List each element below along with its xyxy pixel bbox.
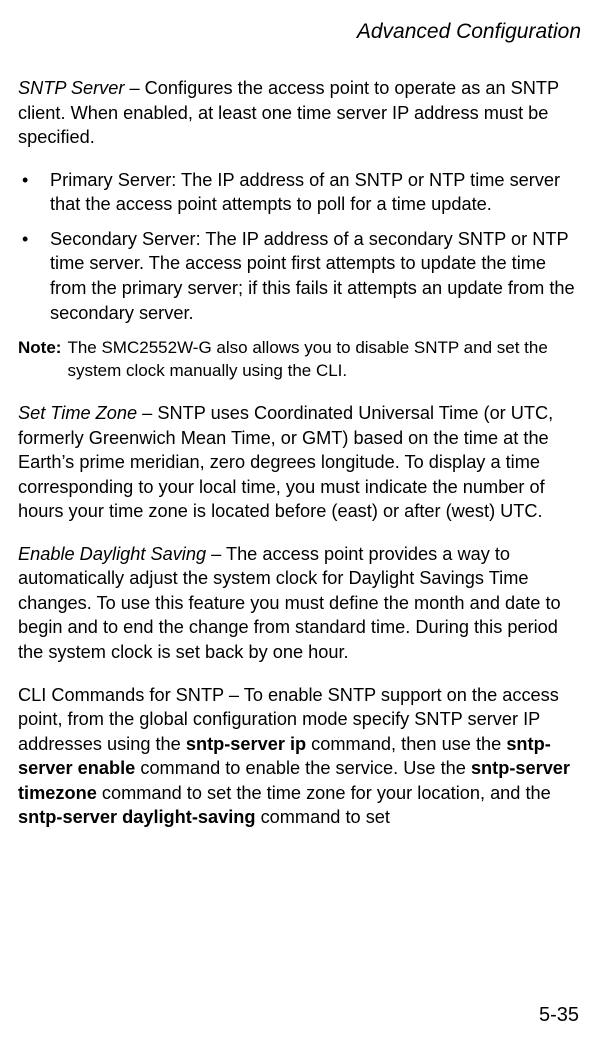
- list-item: • Secondary Server: The IP address of a …: [18, 227, 581, 325]
- page-number: 5-35: [539, 1004, 579, 1027]
- daylight-term: Enable Daylight Saving: [18, 544, 206, 564]
- set-time-zone-term: Set Time Zone: [18, 403, 137, 423]
- cli-text: command to set the time zone for your lo…: [97, 783, 551, 803]
- bullet-icon: •: [18, 227, 50, 251]
- cli-command: sntp-server daylight-saving: [18, 807, 256, 827]
- bullet-icon: •: [18, 168, 50, 192]
- sntp-server-term: SNTP Server: [18, 78, 124, 98]
- daylight-saving-paragraph: Enable Daylight Saving – The access poin…: [18, 542, 581, 665]
- cli-text: command to set: [256, 807, 390, 827]
- cli-command: sntp-server ip: [186, 734, 306, 754]
- cli-text: command to enable the service. Use the: [135, 758, 471, 778]
- cli-text: command, then use the: [306, 734, 506, 754]
- document-page: Advanced Configuration SNTP Server – Con…: [0, 0, 599, 1047]
- bullet-text: Secondary Server: The IP address of a se…: [50, 227, 581, 325]
- bullet-text: Primary Server: The IP address of an SNT…: [50, 168, 581, 217]
- sntp-server-paragraph: SNTP Server – Configures the access poin…: [18, 76, 581, 150]
- note-text: The SMC2552W-G also allows you to disabl…: [67, 337, 581, 383]
- note-block: Note: The SMC2552W-G also allows you to …: [18, 337, 581, 383]
- bullet-list: • Primary Server: The IP address of an S…: [18, 168, 581, 325]
- cli-commands-paragraph: CLI Commands for SNTP – To enable SNTP s…: [18, 683, 581, 830]
- list-item: • Primary Server: The IP address of an S…: [18, 168, 581, 217]
- set-time-zone-paragraph: Set Time Zone – SNTP uses Coordinated Un…: [18, 401, 581, 524]
- page-header: Advanced Configuration: [18, 20, 581, 44]
- note-label: Note:: [18, 337, 61, 360]
